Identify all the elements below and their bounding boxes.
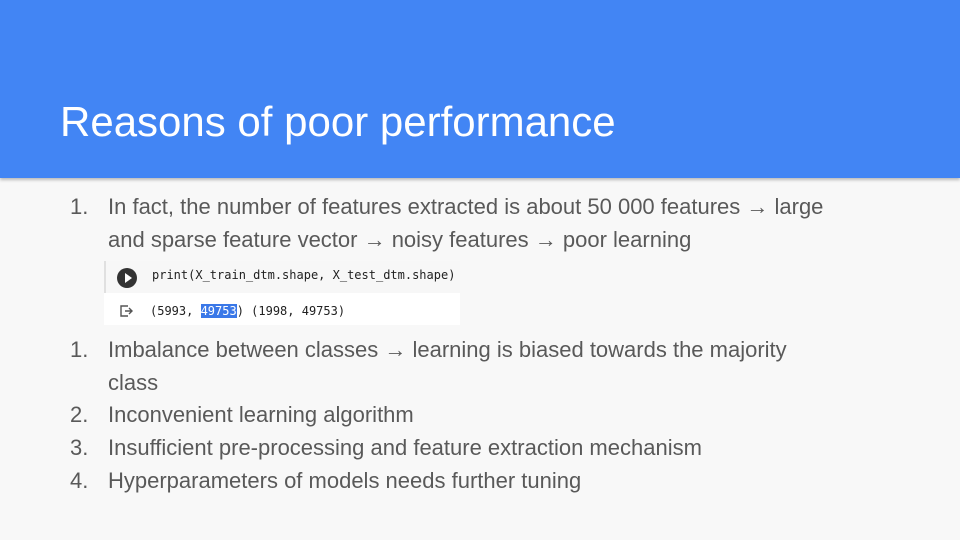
slide-title: Reasons of poor performance	[60, 98, 616, 145]
list-number: 1.	[70, 194, 89, 219]
slide: Reasons of poor performance 1. In fact, …	[0, 0, 960, 540]
output-highlight: 49753	[200, 304, 237, 318]
code-cell: print(X_train_dtm.shape, X_test_dtm.shap…	[104, 261, 460, 325]
list-text-line1: Inconvenient learning algorithm	[108, 402, 414, 427]
list-text-line1: Hyperparameters of models needs further …	[108, 468, 582, 493]
title-bar: Reasons of poor performance	[0, 0, 960, 178]
output-prefix: (5993,	[150, 304, 201, 318]
code-input-row: print(X_train_dtm.shape, X_test_dtm.shap…	[104, 261, 460, 293]
output-suffix: ) (1998, 49753)	[236, 304, 346, 318]
code-output: (5993, 49753) (1998, 49753)	[150, 304, 345, 318]
output-icon[interactable]	[119, 304, 133, 318]
code-output-row: (5993, 49753) (1998, 49753)	[104, 295, 460, 325]
code-input: print(X_train_dtm.shape, X_test_dtm.shap…	[152, 268, 456, 282]
list-number: 4.	[70, 468, 89, 493]
list-text-line1: Insufficient pre-processing and feature …	[108, 435, 702, 460]
list-text-line2: class	[108, 370, 159, 395]
list-text-line1: Imbalance between classes → learning is …	[108, 337, 787, 362]
list-number: 3.	[70, 435, 89, 460]
list-number: 1.	[70, 337, 89, 362]
list-text-line1: In fact, the number of features extracte…	[108, 194, 824, 219]
list-text-line2: and sparse feature vector → noisy featur…	[108, 227, 692, 252]
list-number: 2.	[70, 402, 89, 427]
run-cell-icon[interactable]	[117, 268, 137, 288]
